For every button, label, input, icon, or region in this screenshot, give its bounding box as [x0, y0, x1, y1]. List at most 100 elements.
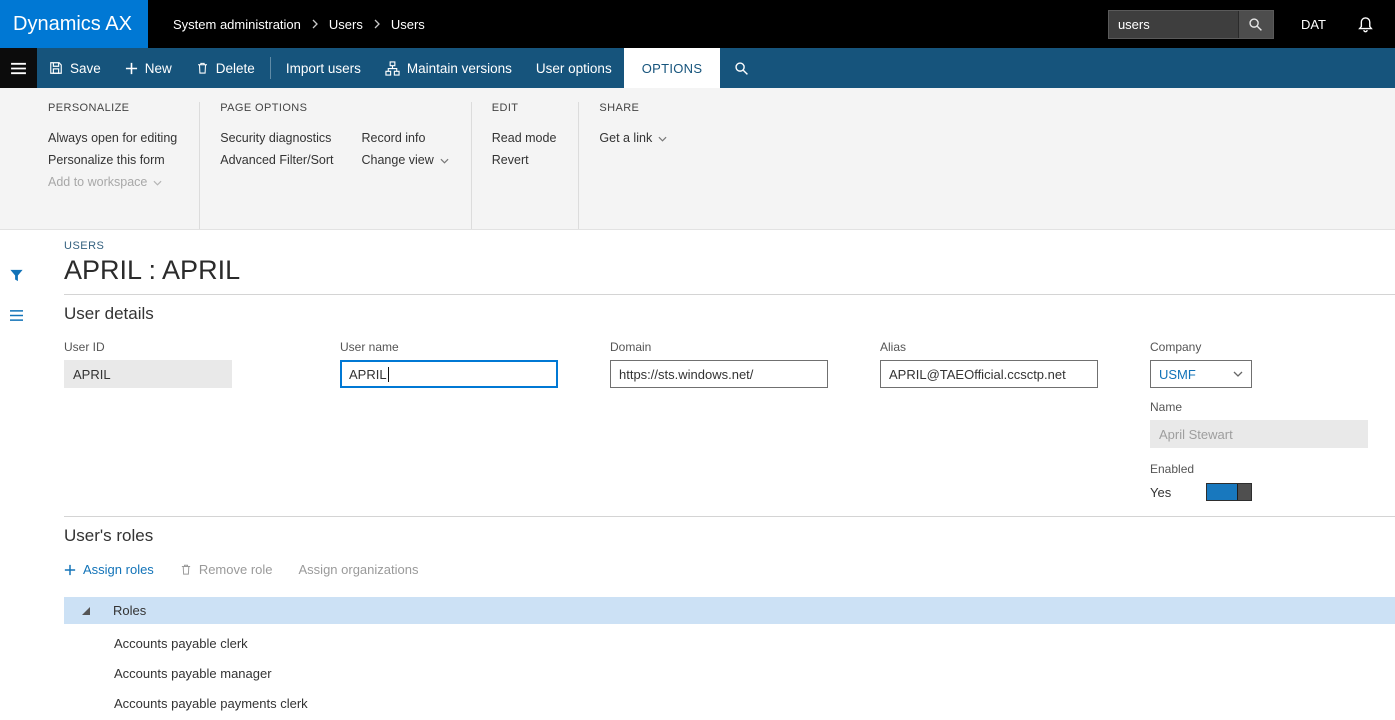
flyout-group-title: EDIT — [492, 102, 557, 114]
section-user-roles: User's roles Assign roles — [64, 516, 1395, 718]
toggle-knob — [1237, 484, 1251, 500]
field-user-name: User name APRIL — [340, 340, 558, 388]
roles-group-header[interactable]: Roles — [64, 597, 1395, 624]
menu-item-advanced-filter-sort[interactable]: Advanced Filter/Sort — [220, 149, 333, 171]
plus-icon — [64, 564, 76, 576]
menu-item-always-open-for-editing[interactable]: Always open for editing — [48, 127, 177, 149]
save-button[interactable]: Save — [37, 48, 113, 88]
chevron-down-icon — [153, 180, 162, 186]
filter-funnel-icon[interactable] — [0, 260, 32, 290]
related-list-icon[interactable] — [0, 300, 32, 330]
global-search-input[interactable] — [1109, 11, 1238, 38]
field-company: Company USMF — [1150, 340, 1252, 388]
search-icon[interactable] — [1238, 11, 1273, 38]
field-enabled: Enabled Yes — [1150, 462, 1252, 502]
menu-item-label: Personalize this form — [48, 149, 165, 171]
trash-icon — [196, 61, 209, 75]
table-row[interactable]: Accounts payable clerk — [64, 628, 1395, 658]
menu-item-get-a-link[interactable]: Get a link — [599, 127, 667, 149]
menu-item-change-view[interactable]: Change view — [362, 149, 449, 171]
save-button-label: Save — [70, 61, 101, 76]
table-row[interactable]: Accounts payable manager — [64, 658, 1395, 688]
field-user-id: User ID APRIL — [64, 340, 232, 388]
flyout-group-title: PAGE OPTIONS — [220, 102, 449, 114]
menu-item-add-to-workspace[interactable]: Add to workspace — [48, 171, 177, 193]
menu-item-label: Change view — [362, 149, 434, 171]
import-users-button[interactable]: Import users — [274, 48, 373, 88]
flyout-group-title: SHARE — [599, 102, 667, 114]
field-name: Name April Stewart — [1150, 400, 1368, 448]
roles-group-header-label: Roles — [113, 603, 146, 618]
breadcrumb: System administration Users Users — [173, 17, 425, 32]
flyout-group-share: SHARE Get a link — [599, 102, 689, 229]
user-options-button[interactable]: User options — [524, 48, 624, 88]
app-window: Dynamics AX System administration Users … — [0, 0, 1395, 720]
user-name-input[interactable]: APRIL — [340, 360, 558, 388]
import-users-label: Import users — [286, 61, 361, 76]
action-pane: Save New Delete Import users — [0, 48, 1395, 88]
assign-organizations-label: Assign organizations — [299, 562, 419, 577]
user-name-value: APRIL — [349, 367, 387, 382]
maintain-versions-button[interactable]: Maintain versions — [373, 48, 524, 88]
delete-button[interactable]: Delete — [184, 48, 267, 88]
company-badge[interactable]: DAT — [1301, 17, 1326, 32]
action-pane-search-icon[interactable] — [720, 48, 763, 88]
menu-item-label: Always open for editing — [48, 127, 177, 149]
menu-item-personalize-this-form[interactable]: Personalize this form — [48, 149, 177, 171]
flyout-group-personalize: PERSONALIZE Always open for editing Pers… — [48, 102, 200, 229]
main-content: USERS APRIL : APRIL User details User ID… — [0, 230, 1395, 720]
save-floppy-icon — [49, 61, 63, 75]
dynamics-ax-logo[interactable]: Dynamics AX — [0, 0, 148, 48]
menu-item-label: Get a link — [599, 127, 652, 149]
notifications-bell-icon[interactable] — [1357, 16, 1374, 33]
section-user-details: User details User ID APRIL User name APR… — [64, 294, 1395, 516]
assign-roles-button[interactable]: Assign roles — [64, 562, 154, 577]
breadcrumb-item-users-page[interactable]: Users — [391, 17, 425, 32]
breadcrumb-chevron-icon — [312, 19, 318, 29]
role-name: Accounts payable clerk — [114, 636, 248, 651]
breadcrumb-item-users[interactable]: Users — [329, 17, 363, 32]
alias-input[interactable]: APRIL@TAEOfficial.ccsctp.net — [880, 360, 1098, 388]
company-dropdown[interactable]: USMF — [1150, 360, 1252, 388]
company-value: USMF — [1159, 367, 1196, 382]
menu-item-revert[interactable]: Revert — [492, 149, 557, 171]
menu-item-label: Record info — [362, 127, 426, 149]
alias-label: Alias — [880, 340, 1098, 354]
plus-icon — [125, 62, 138, 75]
text-cursor — [388, 367, 389, 382]
alias-value: APRIL@TAEOfficial.ccsctp.net — [889, 367, 1066, 382]
assign-organizations-button[interactable]: Assign organizations — [299, 562, 419, 577]
user-name-label: User name — [340, 340, 558, 354]
options-flyout: PERSONALIZE Always open for editing Pers… — [0, 88, 1395, 230]
assign-roles-label: Assign roles — [83, 562, 154, 577]
page-header: USERS APRIL : APRIL — [64, 230, 1395, 286]
action-pane-divider — [270, 57, 271, 79]
remove-role-button[interactable]: Remove role — [180, 562, 273, 577]
hamburger-menu-icon[interactable] — [0, 48, 37, 88]
domain-label: Domain — [610, 340, 828, 354]
user-details-fields: User ID APRIL User name APRIL Domai — [64, 340, 1395, 508]
chevron-down-icon — [440, 158, 449, 164]
flyout-group-page-options: PAGE OPTIONS Security diagnostics Advanc… — [220, 102, 472, 229]
menu-item-security-diagnostics[interactable]: Security diagnostics — [220, 127, 333, 149]
domain-input[interactable]: https://sts.windows.net/ — [610, 360, 828, 388]
section-title-user-details: User details — [64, 304, 1395, 324]
menu-item-record-info[interactable]: Record info — [362, 127, 449, 149]
global-search-box — [1108, 10, 1274, 39]
breadcrumb-item-system-administration[interactable]: System administration — [173, 17, 301, 32]
enabled-value: Yes — [1150, 485, 1171, 500]
tab-options-active[interactable]: OPTIONS — [624, 48, 721, 88]
name-input: April Stewart — [1150, 420, 1368, 448]
table-row[interactable]: Accounts payable payments clerk — [64, 688, 1395, 718]
user-id-value: APRIL — [73, 367, 111, 382]
breadcrumb-chevron-icon — [374, 19, 380, 29]
new-button[interactable]: New — [113, 48, 184, 88]
flyout-group-title: PERSONALIZE — [48, 102, 177, 114]
role-name: Accounts payable payments clerk — [114, 696, 308, 711]
menu-item-read-mode[interactable]: Read mode — [492, 127, 557, 149]
user-id-input[interactable]: APRIL — [64, 360, 232, 388]
chevron-down-icon — [658, 136, 667, 142]
enabled-toggle[interactable] — [1206, 483, 1252, 501]
top-navigation-bar: Dynamics AX System administration Users … — [0, 0, 1395, 48]
roles-toolbar: Assign roles Remove role Assign organiza… — [64, 562, 1395, 577]
